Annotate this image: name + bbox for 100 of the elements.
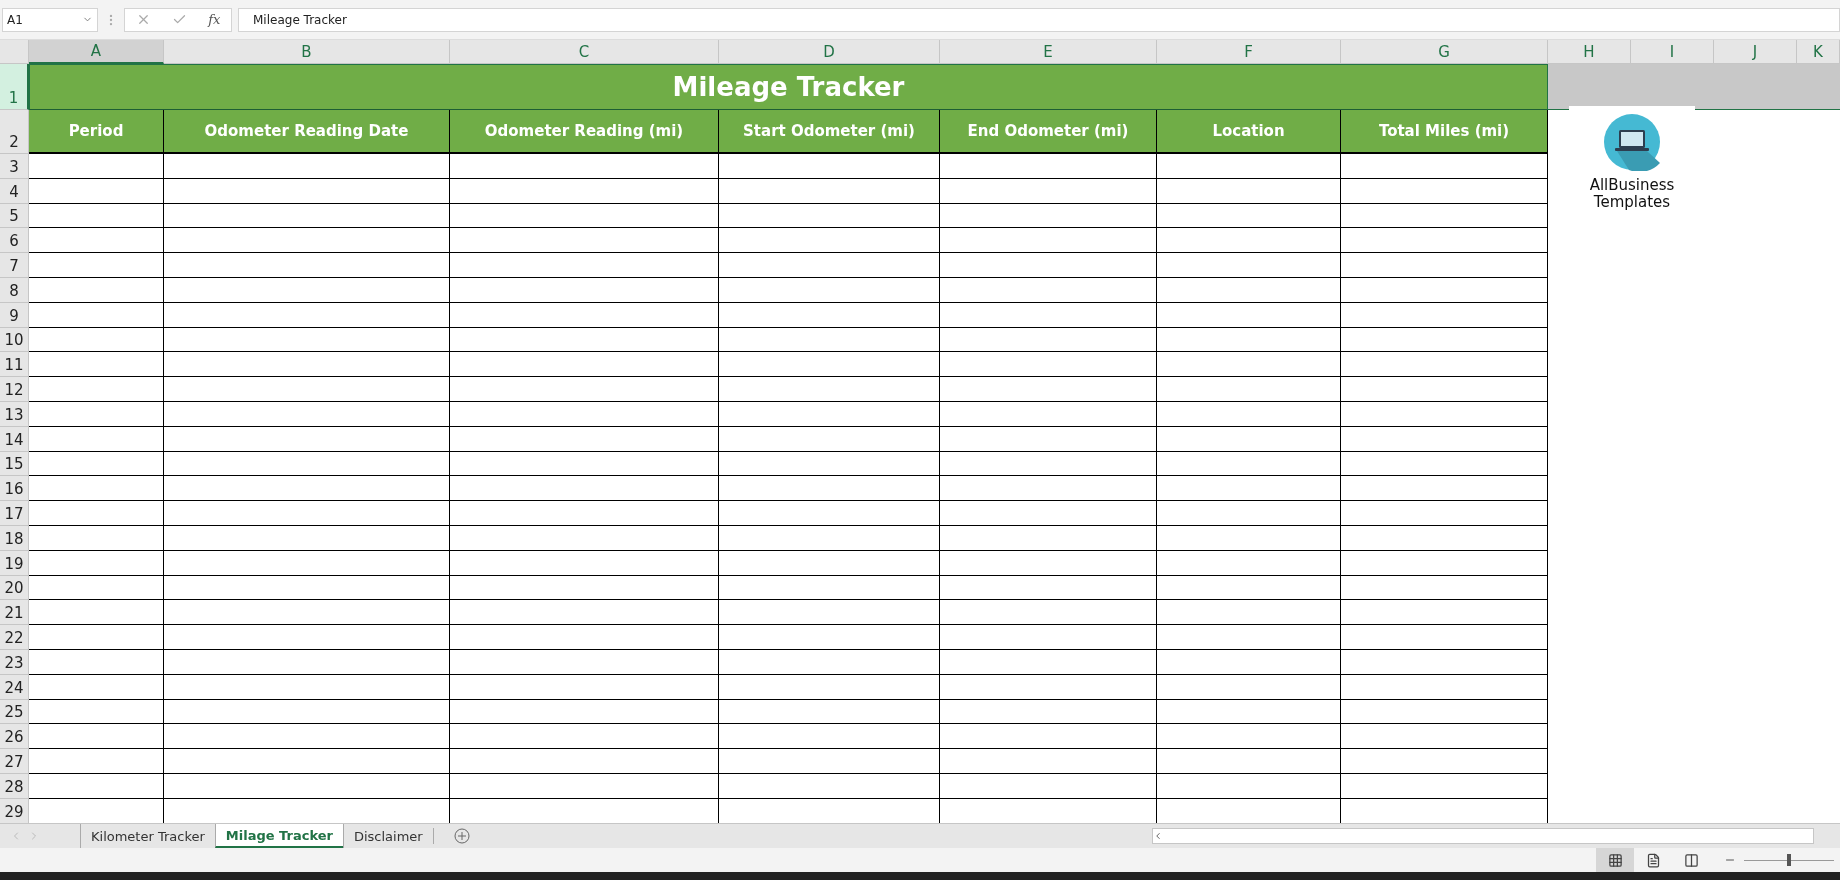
empty-cell[interactable] xyxy=(1341,253,1548,278)
empty-cell[interactable] xyxy=(940,674,1157,700)
empty-cell[interactable] xyxy=(164,724,450,750)
empty-cell[interactable] xyxy=(450,649,719,675)
empty-cell[interactable] xyxy=(1341,773,1548,799)
empty-cell[interactable] xyxy=(1157,178,1341,204)
empty-cell[interactable] xyxy=(164,302,450,328)
empty-cell[interactable] xyxy=(1341,649,1548,675)
empty-cell[interactable] xyxy=(940,550,1157,576)
empty-cell[interactable] xyxy=(1157,377,1341,402)
empty-cell[interactable] xyxy=(1341,154,1548,179)
column-header[interactable]: J xyxy=(1714,40,1797,64)
empty-cell[interactable] xyxy=(164,228,450,254)
empty-cell[interactable] xyxy=(450,401,719,427)
empty-cell[interactable] xyxy=(1157,278,1341,303)
empty-cell[interactable] xyxy=(164,749,450,774)
sheet-tab[interactable]: Milage Tracker xyxy=(214,824,343,848)
empty-cell[interactable] xyxy=(164,327,450,353)
empty-cell[interactable] xyxy=(450,600,719,626)
empty-cell[interactable] xyxy=(450,773,719,799)
empty-cell[interactable] xyxy=(164,278,450,303)
column-header[interactable]: D xyxy=(719,40,940,64)
empty-cell[interactable] xyxy=(1157,426,1341,452)
empty-cell[interactable] xyxy=(940,228,1157,254)
empty-cell[interactable] xyxy=(940,154,1157,179)
row-header[interactable]: 9 xyxy=(0,302,29,328)
empty-cell[interactable] xyxy=(164,649,450,675)
empty-cell[interactable] xyxy=(1341,203,1548,229)
empty-cell[interactable] xyxy=(1341,352,1548,378)
column-header[interactable]: C xyxy=(450,40,719,64)
empty-cell[interactable] xyxy=(719,253,940,278)
empty-cell[interactable] xyxy=(940,625,1157,650)
empty-cell[interactable] xyxy=(164,625,450,650)
empty-cell[interactable] xyxy=(450,699,719,725)
empty-cell[interactable] xyxy=(1157,228,1341,254)
empty-cell[interactable] xyxy=(450,674,719,700)
empty-cell[interactable] xyxy=(1341,401,1548,427)
empty-cell[interactable] xyxy=(1157,302,1341,328)
empty-cell[interactable] xyxy=(719,178,940,204)
empty-cell[interactable] xyxy=(1157,625,1341,650)
empty-cell[interactable] xyxy=(940,575,1157,601)
empty-cell[interactable] xyxy=(450,302,719,328)
row-header[interactable]: 15 xyxy=(0,451,29,477)
empty-cell[interactable] xyxy=(450,154,719,179)
empty-cell[interactable] xyxy=(719,525,940,551)
empty-cell[interactable] xyxy=(1157,154,1341,179)
row-header[interactable]: 13 xyxy=(0,401,29,427)
empty-cell[interactable] xyxy=(450,377,719,402)
empty-cell[interactable] xyxy=(940,649,1157,675)
empty-cell[interactable] xyxy=(164,377,450,402)
empty-cell[interactable] xyxy=(1341,525,1548,551)
empty-cell[interactable] xyxy=(450,625,719,650)
empty-cell[interactable] xyxy=(940,302,1157,328)
empty-cell[interactable] xyxy=(1157,451,1341,477)
empty-cell[interactable] xyxy=(450,327,719,353)
empty-cell[interactable] xyxy=(1341,327,1548,353)
formula-field[interactable]: Mileage Tracker xyxy=(238,7,1840,32)
empty-cell[interactable] xyxy=(719,600,940,626)
empty-cell[interactable] xyxy=(1341,699,1548,725)
empty-cell[interactable] xyxy=(164,674,450,700)
empty-cell[interactable] xyxy=(1157,253,1341,278)
empty-cell[interactable] xyxy=(719,327,940,353)
empty-cell[interactable] xyxy=(1341,228,1548,254)
empty-cell[interactable] xyxy=(450,476,719,502)
row-header[interactable]: 21 xyxy=(0,600,29,626)
empty-cell[interactable] xyxy=(164,401,450,427)
empty-cell[interactable] xyxy=(450,501,719,526)
empty-cell[interactable] xyxy=(164,178,450,204)
empty-cell[interactable] xyxy=(450,178,719,204)
empty-cell[interactable] xyxy=(719,451,940,477)
row-header[interactable]: 14 xyxy=(0,426,29,452)
row-header[interactable]: 11 xyxy=(0,352,29,378)
empty-cell[interactable] xyxy=(940,426,1157,452)
empty-cell[interactable] xyxy=(1157,575,1341,601)
empty-cell[interactable] xyxy=(719,426,940,452)
empty-cell[interactable] xyxy=(1157,550,1341,576)
empty-cell[interactable] xyxy=(164,253,450,278)
column-header[interactable]: E xyxy=(940,40,1157,64)
empty-cell[interactable] xyxy=(719,724,940,750)
empty-cell[interactable] xyxy=(164,154,450,179)
empty-cell[interactable] xyxy=(450,451,719,477)
row-header[interactable]: 22 xyxy=(0,625,29,650)
empty-cell[interactable] xyxy=(1157,749,1341,774)
empty-cell[interactable] xyxy=(719,302,940,328)
row-header[interactable]: 2 xyxy=(0,110,29,154)
row-header[interactable]: 8 xyxy=(0,278,29,303)
insert-function-button[interactable]: fx xyxy=(208,12,221,27)
empty-cell[interactable] xyxy=(940,476,1157,502)
slider-thumb[interactable] xyxy=(1787,854,1791,866)
empty-cell[interactable] xyxy=(164,476,450,502)
empty-cell[interactable] xyxy=(164,352,450,378)
empty-cell[interactable] xyxy=(1157,401,1341,427)
empty-cell[interactable] xyxy=(719,699,940,725)
empty-cell[interactable] xyxy=(719,773,940,799)
empty-cell[interactable] xyxy=(450,228,719,254)
empty-cell[interactable] xyxy=(1157,525,1341,551)
column-header[interactable]: F xyxy=(1157,40,1341,64)
empty-cell[interactable] xyxy=(719,352,940,378)
row-header[interactable]: 3 xyxy=(0,154,29,179)
scroll-left-icon[interactable] xyxy=(1153,831,1163,841)
